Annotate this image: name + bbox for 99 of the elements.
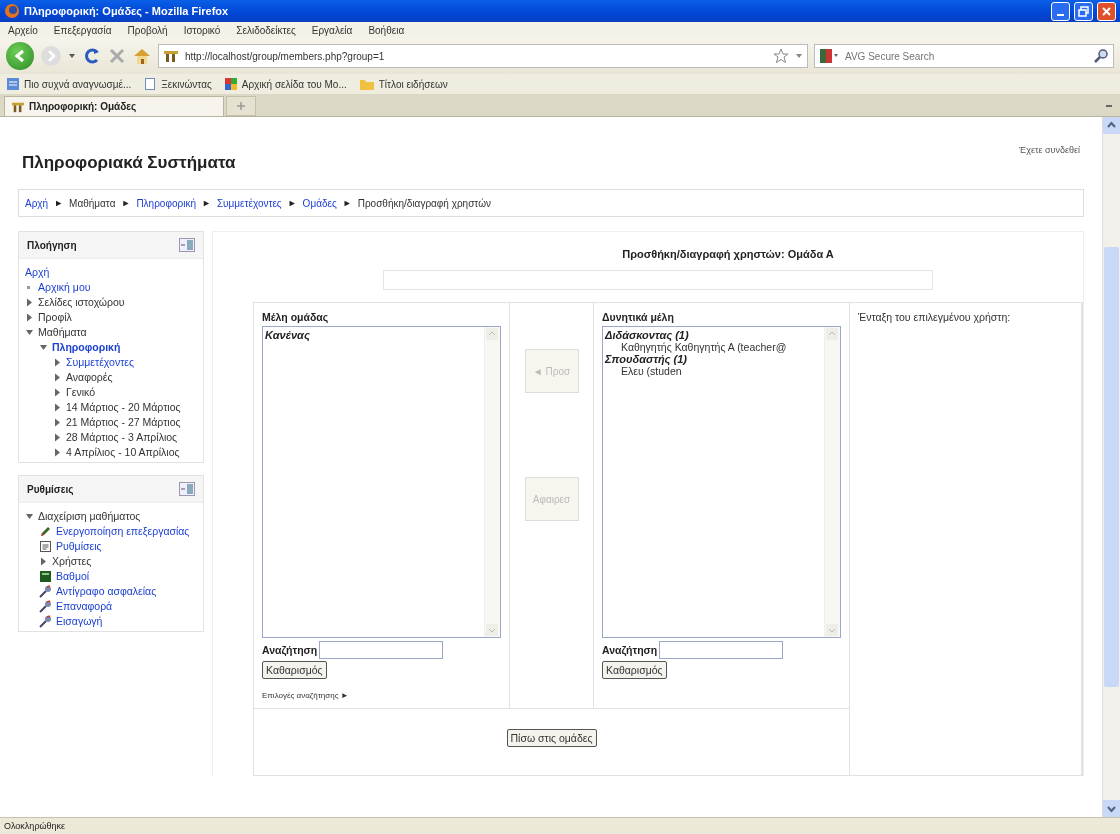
colored-tiles-icon <box>223 77 238 91</box>
dropdown-icon[interactable] <box>795 52 803 60</box>
breadcrumb-link[interactable]: Αρχή <box>25 197 49 209</box>
grades-book-icon <box>39 570 52 583</box>
breadcrumb-link[interactable]: Ομάδες <box>302 197 337 209</box>
breadcrumb-separator: ► <box>201 198 211 208</box>
menu-item[interactable]: Επεξεργασία <box>53 24 112 36</box>
tool-icon <box>39 585 52 598</box>
tree-label[interactable]: 14 Μάρτιος - 20 Μάρτιος <box>66 400 181 415</box>
home-icon[interactable] <box>132 47 152 65</box>
breadcrumb-separator: ► <box>121 198 131 208</box>
page-heading: Προσθήκη/διαγραφή χρηστών: Ομάδα Α <box>621 248 835 260</box>
tree-link[interactable]: Ενεργοποίηση επεξεργασίας <box>56 524 190 539</box>
listbox-label: Δυνητικά μέλη <box>602 311 675 323</box>
menu-item[interactable]: Βοήθεια <box>368 24 405 36</box>
site-favicon-icon <box>11 100 25 113</box>
tree-label[interactable]: Μαθήματα <box>38 325 87 340</box>
star-icon[interactable] <box>773 48 789 64</box>
bookmark-link[interactable]: Τίτλοι ειδήσεων <box>378 78 448 90</box>
clear-button[interactable]: Καθαρισμός <box>262 661 327 679</box>
menu-item[interactable]: Σελιδοδείκτες <box>236 24 296 36</box>
tree-label[interactable]: Χρήστες <box>52 554 92 569</box>
menu-item[interactable]: Ιστορικό <box>183 24 221 36</box>
option-group-label: Σπουδαστής (1) <box>605 353 688 365</box>
search-field[interactable] <box>659 641 784 659</box>
tree-label[interactable]: Γενικό <box>66 385 95 400</box>
close-icon <box>1101 5 1112 17</box>
bookmark-list-icon <box>6 77 20 91</box>
breadcrumb-separator: ► <box>54 198 64 208</box>
status-text: Ολοκληρώθηκε <box>0 817 1120 834</box>
user-option[interactable]: Ελευ (studen <box>605 365 822 377</box>
minimize-icon <box>1057 13 1064 16</box>
login-info: Έχετε συνδεθεί <box>1019 145 1080 155</box>
scroll-up-icon[interactable] <box>1103 117 1120 134</box>
address-field[interactable]: http://localhost/group/members.php?group=1 <box>158 44 808 68</box>
tree-link[interactable]: Συμμετέχοντες <box>66 355 135 370</box>
site-title: Πληροφοριακά Συστήματα <box>22 153 236 173</box>
search-options-link[interactable]: Επιλογές αναζήτησης ► <box>262 691 501 700</box>
search-label: Αναζήτηση <box>602 644 658 656</box>
pencil-icon <box>39 525 52 538</box>
breadcrumb-text: Μαθήματα <box>69 197 116 209</box>
breadcrumb-link[interactable]: Συμμετέχοντες <box>216 197 282 209</box>
bookmark-link[interactable]: Πιο συχνά αναγνωσμέ... <box>24 78 132 90</box>
bookmark-link[interactable]: Αρχική σελίδα του Mo... <box>241 78 347 90</box>
site-favicon-icon <box>163 49 179 63</box>
browser-logo-icon <box>4 3 20 19</box>
tree-label[interactable]: Διαχείριση μαθήματος <box>38 509 141 524</box>
scrollbar-thumb[interactable] <box>1104 247 1119 687</box>
tree-label[interactable]: Προφίλ <box>38 310 72 325</box>
tree-label[interactable]: 21 Μάρτιος - 27 Μάρτιος <box>66 415 181 430</box>
tree-link[interactable]: Εισαγωγή <box>56 614 103 629</box>
breadcrumb-separator: ► <box>342 198 352 208</box>
search-icon[interactable] <box>1093 48 1109 64</box>
tool-icon <box>39 600 52 613</box>
folder-icon <box>358 77 375 91</box>
minimize-button[interactable] <box>1051 1 1070 21</box>
tree-label[interactable]: Αναφορές <box>66 370 113 385</box>
option-group-label: Διδάσκοντας (1) <box>605 329 689 341</box>
page-icon <box>143 77 158 91</box>
breadcrumb-link[interactable]: Πληροφορική <box>136 197 196 209</box>
search-field[interactable] <box>319 641 444 659</box>
bookmark-link[interactable]: Ξεκινώντας <box>161 78 212 90</box>
tree-label[interactable]: Σελίδες ιστοχώρου <box>38 295 125 310</box>
history-dropdown-icon[interactable] <box>68 52 76 60</box>
search-box[interactable]: AVG Secure Search <box>814 44 1114 68</box>
browser-tab[interactable]: Πληροφορική: Ομάδες <box>4 96 224 116</box>
breadcrumb-separator: ► <box>287 198 297 208</box>
tree-link[interactable]: Βαθμοί <box>56 569 90 584</box>
breadcrumb-text: Προσθήκη/διαγραφή χρηστών <box>357 197 491 209</box>
back-button[interactable] <box>6 42 34 70</box>
block-title: Ρυθμίσεις <box>27 483 74 495</box>
window-title: Πληροφορική: Ομάδες - Mozilla Firefox <box>24 5 230 17</box>
tree-link[interactable]: Επαναφορά <box>56 599 113 614</box>
tool-icon <box>39 615 52 628</box>
back-to-groups-button[interactable]: Πίσω στις ομάδες <box>506 729 597 747</box>
menu-item[interactable]: Εργαλεία <box>311 24 353 36</box>
restore-icon <box>1078 5 1089 17</box>
menu-item[interactable]: Αρχείο <box>8 24 38 36</box>
selected-user-info: Ένταξη του επιλεγμένου χρήστη: <box>858 311 1012 323</box>
search-label: Αναζήτηση <box>262 644 318 656</box>
block-title: Πλοήγηση <box>27 239 77 251</box>
tree-link[interactable]: Ρυθμίσεις <box>56 539 102 554</box>
user-listbox[interactable]: Διδάσκοντας (1) Καθηγητής Καθηγητής Α (teacher@ Σπουδαστής (1) Ελευ (studen <box>602 326 841 638</box>
clear-button[interactable]: Καθαρισμός <box>602 661 667 679</box>
document-icon <box>39 540 52 553</box>
listbox-label: Μέλη ομάδας <box>262 311 330 323</box>
scroll-down-icon[interactable] <box>1103 800 1120 817</box>
close-button[interactable] <box>1097 1 1116 21</box>
search-engine-icon[interactable] <box>819 48 839 64</box>
tree-label[interactable]: 28 Μάρτιος - 3 Απρίλιος <box>66 430 178 445</box>
tree-link[interactable]: Αρχική μου <box>38 280 91 295</box>
tree-link[interactable]: Πληροφορική <box>52 340 121 355</box>
tree-label[interactable]: 4 Απρίλιος - 10 Απρίλιος <box>66 445 180 460</box>
tree-link[interactable]: Αρχή <box>25 265 50 280</box>
menu-item[interactable]: Προβολή <box>127 24 168 36</box>
option-group-label: Κανένας <box>265 329 311 341</box>
restore-button[interactable] <box>1074 1 1093 21</box>
tree-link[interactable]: Αντίγραφο ασφαλείας <box>56 584 157 599</box>
user-option[interactable]: Καθηγητής Καθηγητής Α (teacher@ <box>605 341 822 353</box>
